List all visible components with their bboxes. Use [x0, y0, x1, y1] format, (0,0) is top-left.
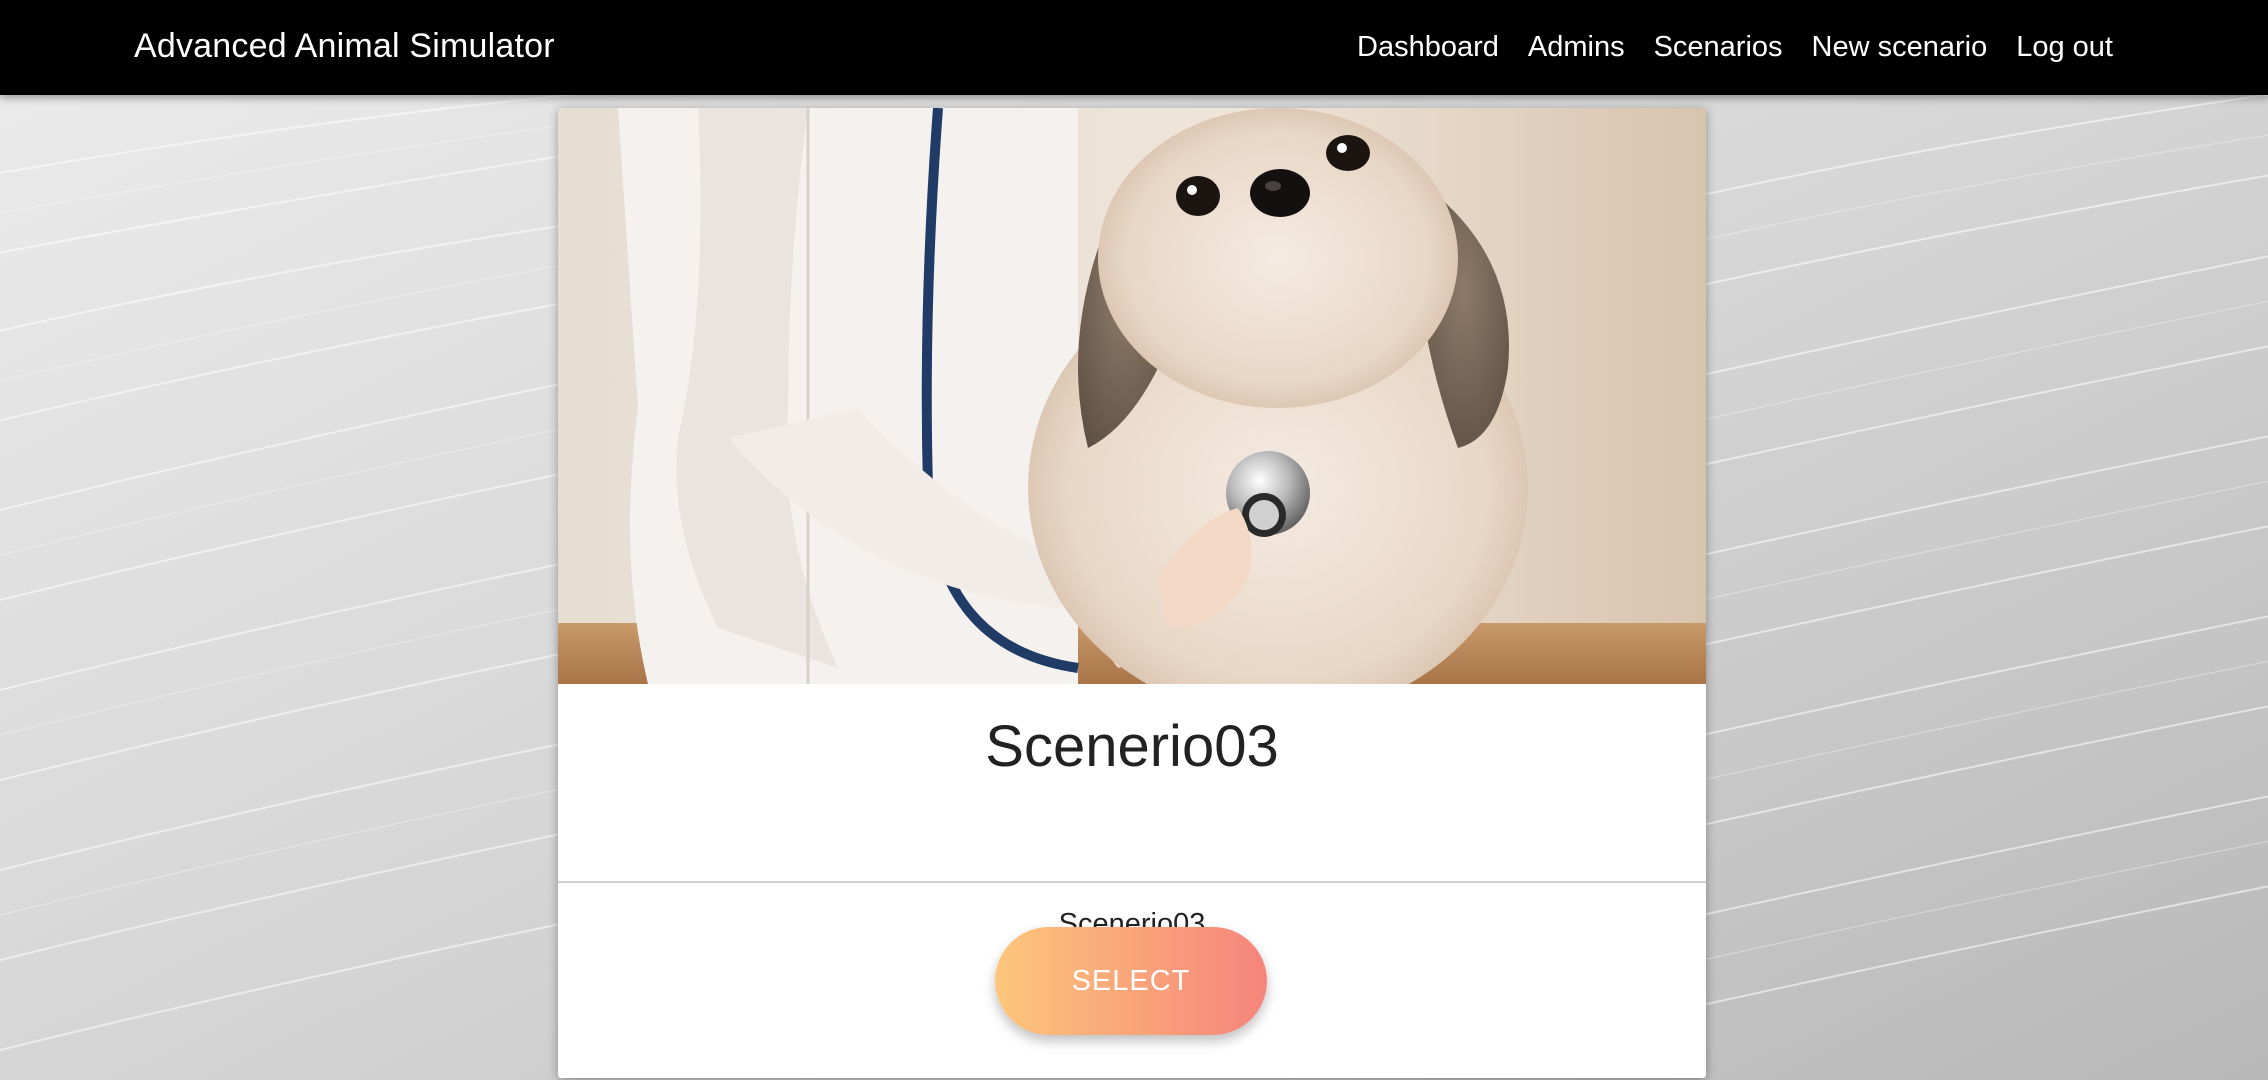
scenario-title: Scenerio03 — [985, 714, 1279, 779]
nav-link-dashboard[interactable]: Dashboard — [1357, 31, 1499, 64]
select-button[interactable]: SELECT — [995, 927, 1267, 1035]
scenario-card: Scenerio03 Scenerio03 SELECT — [558, 108, 1706, 1078]
scenario-image — [558, 108, 1706, 684]
nav-links: Dashboard Admins Scenarios New scenario … — [1357, 0, 2113, 95]
top-navbar: Advanced Animal Simulator Dashboard Admi… — [0, 0, 2268, 95]
nav-link-new-scenario[interactable]: New scenario — [1812, 31, 1988, 64]
app-brand[interactable]: Advanced Animal Simulator — [134, 0, 555, 95]
nav-link-scenarios[interactable]: Scenarios — [1654, 31, 1783, 64]
card-divider — [558, 881, 1706, 883]
nav-link-log-out[interactable]: Log out — [2016, 31, 2113, 64]
nav-link-admins[interactable]: Admins — [1528, 31, 1625, 64]
vet-dog-illustration — [558, 108, 1706, 684]
